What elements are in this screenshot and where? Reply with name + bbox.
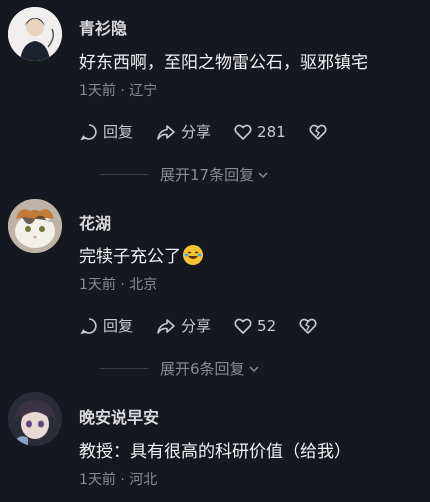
like-icon — [234, 124, 252, 140]
expand-replies-button[interactable]: 展开17条回复 — [100, 164, 370, 185]
reply-button[interactable]: 回复 — [79, 121, 133, 142]
dislike-icon — [309, 124, 327, 140]
like-button[interactable]: 52 — [233, 316, 276, 336]
share-button[interactable]: 分享 — [155, 315, 211, 336]
username[interactable]: 晚安说早安 — [79, 404, 159, 428]
share-icon — [157, 318, 175, 334]
avatar[interactable] — [8, 199, 62, 253]
dislike-button[interactable] — [308, 122, 332, 142]
share-label: 分享 — [181, 317, 212, 335]
comment-text-content: 完犊子充公了 — [79, 247, 181, 267]
share-button[interactable]: 分享 — [155, 121, 211, 142]
like-count: 281 — [257, 122, 286, 141]
expand-replies-button[interactable]: 展开6条回复 — [100, 358, 370, 379]
comment-meta: 1天前 · 河北 — [79, 472, 158, 488]
chevron-down-icon — [249, 365, 259, 372]
crying-laughing-emoji — [183, 245, 203, 265]
like-icon — [234, 318, 252, 334]
comment-actions: 回复 分享 52 — [79, 315, 344, 336]
expand-replies-label: 展开17条回复 — [160, 166, 255, 184]
divider-line — [100, 368, 148, 369]
reply-button[interactable]: 回复 — [79, 315, 133, 336]
avatar[interactable] — [8, 392, 62, 446]
like-button[interactable]: 281 — [233, 122, 286, 142]
dislike-icon — [299, 318, 317, 334]
share-label: 分享 — [181, 123, 212, 141]
reply-icon — [80, 317, 97, 334]
comment-text: 教授：具有很高的科研价值（给我） — [79, 442, 351, 462]
share-icon — [157, 124, 175, 140]
divider-line — [100, 174, 148, 175]
like-count: 52 — [257, 316, 277, 335]
reply-label: 回复 — [103, 123, 134, 141]
avatar[interactable] — [8, 7, 62, 61]
comment-actions: 回复 分享 281 — [79, 121, 354, 142]
comment-meta: 1天前 · 北京 — [79, 277, 158, 293]
reply-label: 回复 — [103, 317, 134, 335]
reply-icon — [80, 123, 97, 140]
username[interactable]: 花湖 — [79, 210, 111, 234]
chevron-down-icon — [258, 171, 268, 178]
comment-meta: 1天前 · 辽宁 — [79, 83, 158, 99]
expand-replies-label: 展开6条回复 — [160, 360, 245, 378]
dislike-button[interactable] — [298, 316, 322, 336]
username[interactable]: 青衫隐 — [79, 15, 127, 39]
comment-text: 完犊子充公了 — [79, 242, 203, 267]
comment-text: 好东西啊，至阳之物雷公石，驱邪镇宅 — [79, 53, 368, 73]
